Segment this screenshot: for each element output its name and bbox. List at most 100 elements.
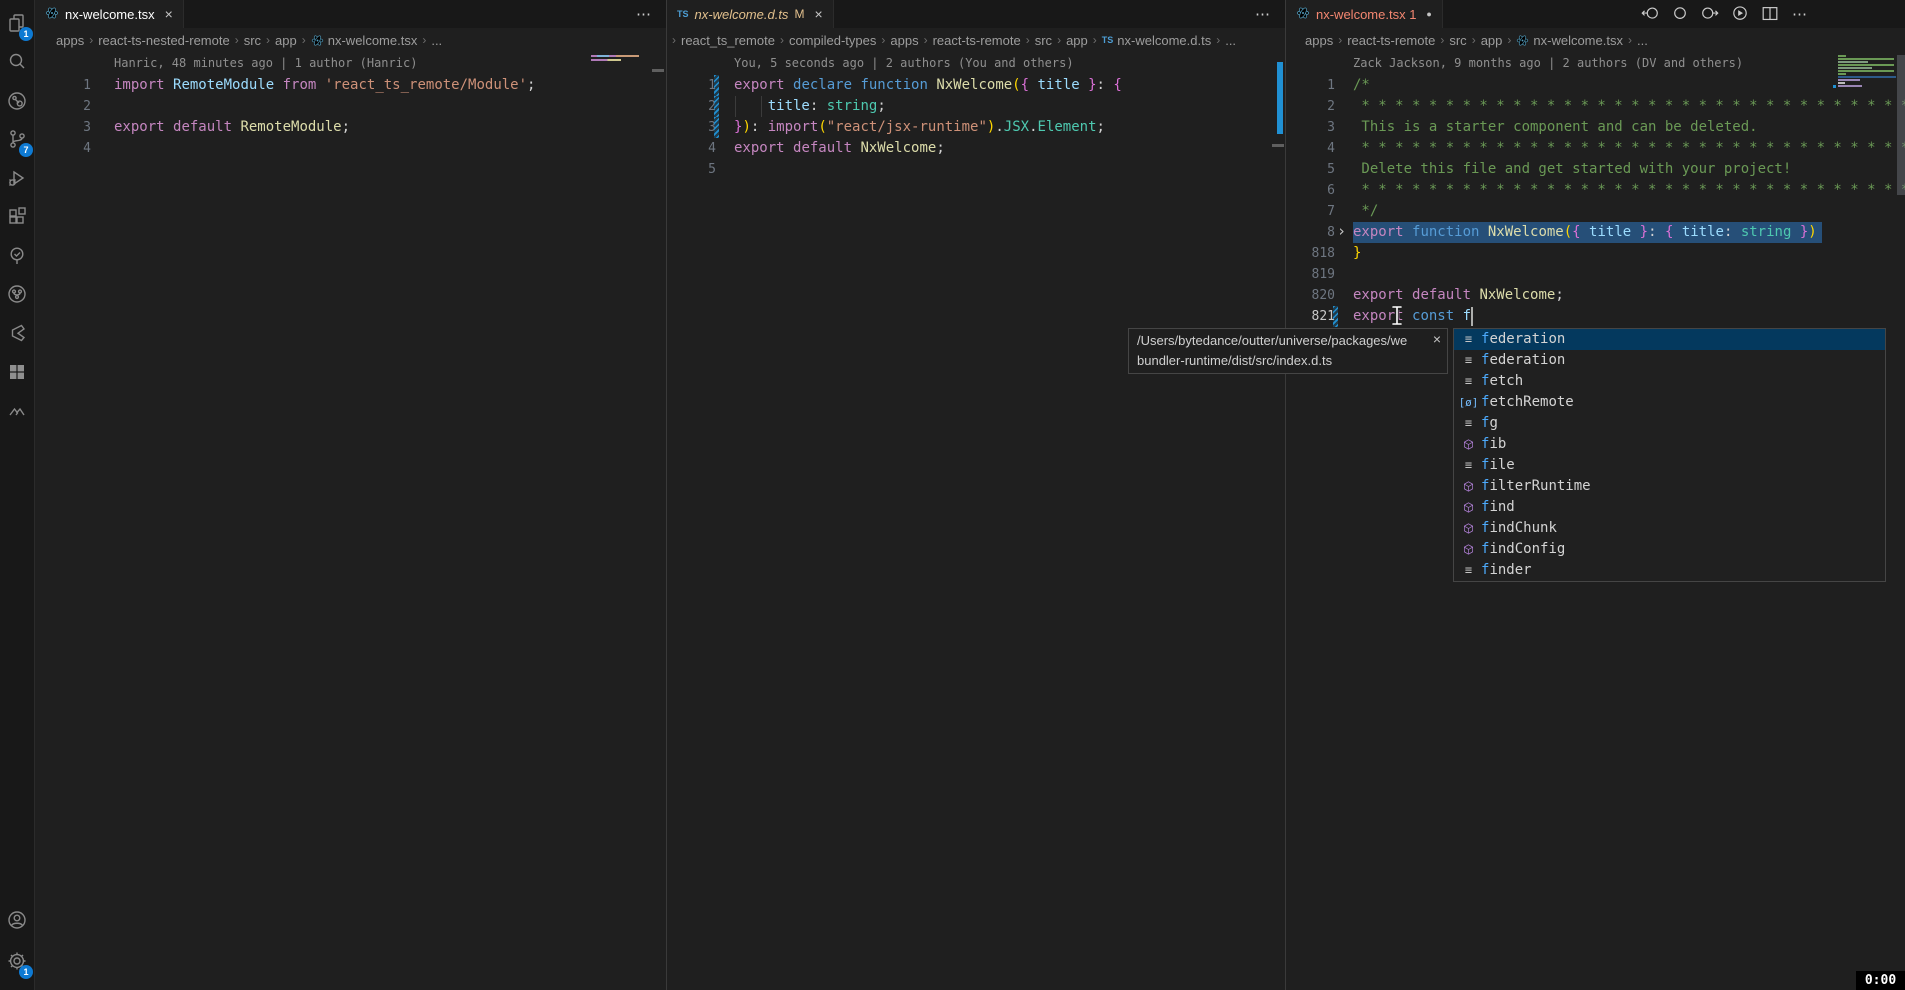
- chevron-right-icon: ›: [1026, 33, 1030, 47]
- code-line[interactable]: 3}): import("react/jsx-runtime").JSX.Ele…: [667, 117, 1285, 138]
- breadcrumb-item[interactable]: app: [1066, 33, 1088, 48]
- minimap[interactable]: [591, 55, 641, 62]
- breadcrumb-item[interactable]: nx-welcome.d.ts: [1117, 33, 1211, 48]
- code-editor[interactable]: Hanric, 48 minutes ago | 1 author (Hanri…: [35, 52, 666, 990]
- breadcrumb-item[interactable]: src: [1449, 33, 1466, 48]
- breadcrumb-item[interactable]: app: [275, 33, 297, 48]
- breadcrumb-item[interactable]: apps: [890, 33, 918, 48]
- run-icon[interactable]: [1730, 4, 1750, 24]
- code-line[interactable]: 2: [35, 96, 666, 117]
- editor-group-divider[interactable]: [1285, 0, 1286, 990]
- breadcrumb-item[interactable]: nx-welcome.tsx: [328, 33, 418, 48]
- git-blame-codelens[interactable]: You, 5 seconds ago | 2 authors (You and …: [734, 54, 1074, 72]
- dirty-dot-icon[interactable]: ●: [1426, 9, 1431, 19]
- next-change-icon[interactable]: [1700, 4, 1720, 24]
- breadcrumb-item[interactable]: app: [1481, 33, 1503, 48]
- suggestion-item-fetch[interactable]: ≡fetch: [1454, 371, 1885, 392]
- code-line[interactable]: 5: [667, 159, 1285, 180]
- git-blame-codelens[interactable]: Zack Jackson, 9 months ago | 2 authors (…: [1353, 54, 1743, 72]
- activity-item-source-control[interactable]: 7: [0, 124, 34, 158]
- breadcrumb-item[interactable]: compiled-types: [789, 33, 876, 48]
- breadcrumb-item[interactable]: src: [1035, 33, 1052, 48]
- activity-item-extensions[interactable]: [0, 202, 34, 236]
- code-line[interactable]: 3export default RemoteModule;: [35, 117, 666, 138]
- code-text: */: [1353, 201, 1378, 222]
- code-text: * * * * * * * * * * * * * * * * * * * * …: [1353, 96, 1905, 117]
- breadcrumb-item[interactable]: ...: [1637, 33, 1648, 48]
- code-line[interactable]: 1import RemoteModule from 'react_ts_remo…: [35, 75, 666, 96]
- breadcrumb-item[interactable]: apps: [56, 33, 84, 48]
- suggestion-item-filterRuntime[interactable]: filterRuntime: [1454, 476, 1885, 497]
- editor-group-2: TSnx-welcome.d.tsM×⋯›react_ts_remote›com…: [667, 0, 1285, 990]
- previous-change-icon[interactable]: [1640, 4, 1660, 24]
- line-number: 6: [1286, 180, 1335, 201]
- code-line[interactable]: 1export declare function NxWelcome({ tit…: [667, 75, 1285, 96]
- code-line[interactable]: 1/*: [1286, 75, 1905, 96]
- code-line[interactable]: 5 Delete this file and get started with …: [1286, 159, 1905, 180]
- activity-item-extension-grid[interactable]: [0, 357, 34, 391]
- suggestion-item-findConfig[interactable]: findConfig: [1454, 539, 1885, 560]
- suggestion-item-file[interactable]: ≡file: [1454, 455, 1885, 476]
- code-line[interactable]: 2 title: string;: [667, 96, 1285, 117]
- git-blame-codelens[interactable]: Hanric, 48 minutes ago | 1 author (Hanri…: [114, 54, 417, 72]
- suggestion-item-finder[interactable]: ≡finder: [1454, 560, 1885, 581]
- suggestion-item-federation[interactable]: ≡federation: [1454, 329, 1885, 350]
- suggestion-item-find[interactable]: find: [1454, 497, 1885, 518]
- activity-item-extension-wave[interactable]: [0, 396, 34, 430]
- close-icon[interactable]: ×: [1433, 331, 1441, 347]
- more-actions-icon[interactable]: ⋯: [1255, 5, 1271, 23]
- activity-item-explorer[interactable]: 1: [0, 8, 34, 42]
- code-line[interactable]: 4export default NxWelcome;: [667, 138, 1285, 159]
- close-icon[interactable]: ×: [814, 6, 822, 22]
- close-icon[interactable]: ×: [165, 6, 173, 22]
- activity-item-todo-tree[interactable]: [0, 241, 34, 275]
- activity-item-accounts[interactable]: [0, 905, 34, 939]
- suggestion-item-fib[interactable]: fib: [1454, 434, 1885, 455]
- editor-group-divider[interactable]: [666, 0, 667, 990]
- activity-item-settings[interactable]: 1: [0, 946, 34, 980]
- suggestion-label: file: [1481, 455, 1515, 476]
- code-line[interactable]: 8›export function NxWelcome({ title }: {…: [1286, 222, 1905, 243]
- code-line[interactable]: 6 * * * * * * * * * * * * * * * * * * * …: [1286, 180, 1905, 201]
- activity-item-extension-ribbon[interactable]: [0, 318, 34, 352]
- suggestion-item-findChunk[interactable]: findChunk: [1454, 518, 1885, 539]
- code-line[interactable]: 7 */: [1286, 201, 1905, 222]
- more-actions-icon[interactable]: ⋯: [636, 5, 652, 23]
- breadcrumb-item[interactable]: src: [244, 33, 261, 48]
- breadcrumb-item[interactable]: apps: [1305, 33, 1333, 48]
- react-icon: [1516, 34, 1529, 47]
- code-line[interactable]: 819: [1286, 264, 1905, 285]
- breadcrumb-item[interactable]: nx-welcome.tsx: [1533, 33, 1623, 48]
- activity-item-git-graph[interactable]: [0, 279, 34, 313]
- code-line[interactable]: 4 * * * * * * * * * * * * * * * * * * * …: [1286, 138, 1905, 159]
- code-line[interactable]: 4: [35, 138, 666, 159]
- tab-nx-welcome.tsx-1[interactable]: nx-welcome.tsx 1●: [1286, 0, 1443, 28]
- suggestion-item-fg[interactable]: ≡fg: [1454, 413, 1885, 434]
- breadcrumb-item[interactable]: ...: [1225, 33, 1236, 48]
- activity-item-source-control-graph[interactable]: [0, 86, 34, 120]
- breadcrumb-item[interactable]: react-ts-remote: [933, 33, 1021, 48]
- tab-nx-welcome.tsx[interactable]: nx-welcome.tsx×: [35, 0, 184, 28]
- activity-item-run-and-debug[interactable]: [0, 163, 34, 197]
- extensions-icon: [6, 206, 28, 233]
- tab-nx-welcome.d.ts[interactable]: TSnx-welcome.d.tsM×: [667, 0, 834, 28]
- code-line[interactable]: 2 * * * * * * * * * * * * * * * * * * * …: [1286, 96, 1905, 117]
- code-line[interactable]: 3 This is a starter component and can be…: [1286, 117, 1905, 138]
- fold-chevron-icon[interactable]: ›: [1337, 221, 1346, 242]
- suggestion-item-federation[interactable]: ≡federation: [1454, 350, 1885, 371]
- code-line[interactable]: 821export const f: [1286, 306, 1905, 327]
- minimap[interactable]: [1838, 55, 1897, 88]
- code-line[interactable]: 820export default NxWelcome;: [1286, 285, 1905, 306]
- breadcrumb-item[interactable]: react-ts-nested-remote: [98, 33, 230, 48]
- changes-icon[interactable]: [1670, 4, 1690, 24]
- breadcrumb-item[interactable]: react_ts_remote: [681, 33, 775, 48]
- split-editor-icon[interactable]: [1760, 4, 1780, 24]
- breadcrumb-item[interactable]: ...: [431, 33, 442, 48]
- suggestion-item-fetchRemote[interactable]: [ø]fetchRemote: [1454, 392, 1885, 413]
- activity-item-search[interactable]: [0, 47, 34, 81]
- breadcrumb-item[interactable]: react-ts-remote: [1347, 33, 1435, 48]
- code-line[interactable]: 818}: [1286, 243, 1905, 264]
- more-actions-icon[interactable]: ⋯: [1790, 4, 1810, 24]
- code-editor[interactable]: You, 5 seconds ago | 2 authors (You and …: [667, 52, 1285, 990]
- scrollbar-slider[interactable]: [1897, 55, 1905, 195]
